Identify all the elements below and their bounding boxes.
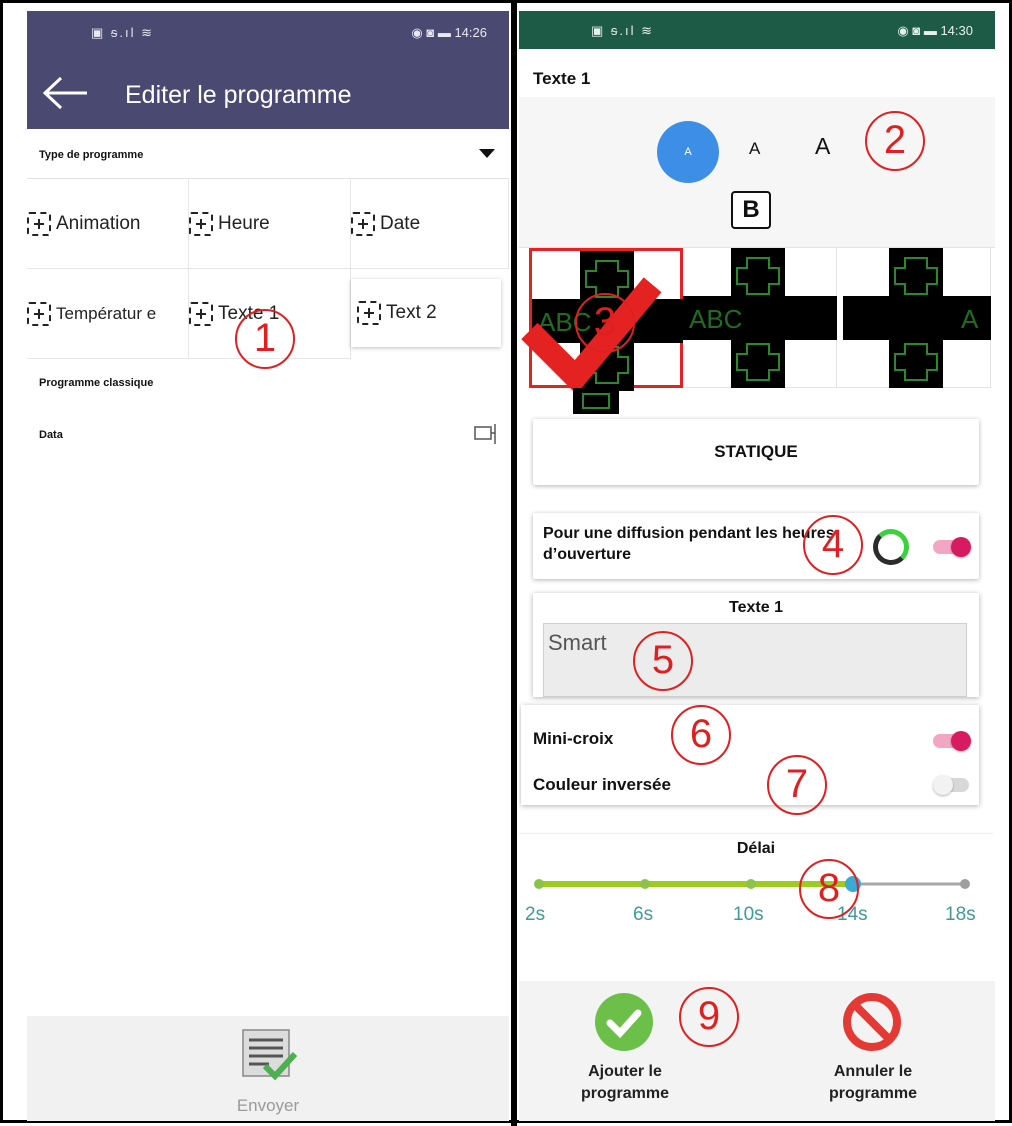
thumb-text: ABC: [689, 304, 742, 334]
send-label[interactable]: Envoyer: [27, 1096, 509, 1116]
font-size-large[interactable]: A: [815, 133, 830, 160]
font-size-small[interactable]: A: [657, 121, 719, 183]
type-text-2[interactable]: Text 2: [351, 279, 501, 347]
annotation-4: 4: [803, 515, 863, 575]
status-bar: ▣ ᵴ.ıl ≋ ◉ ◙ ▬ 14:26: [27, 11, 509, 57]
delay-tick: 2s: [525, 904, 546, 925]
delay-ticks: 2s 6s 10s 14s 18s: [519, 904, 993, 928]
screenshot-frame: ▣ ᵴ.ıl ≋ ◉ ◙ ▬ 14:26 Editer le programme…: [0, 0, 1012, 1126]
status-bar: ▣ ᵴ.ıl ≋ ◉ ◙ ▬ 14:30: [519, 11, 995, 49]
annotation-1: 1: [235, 309, 295, 369]
type-label: Text 2: [386, 302, 437, 323]
actions-bar: Ajouter le programme Annuler le programm…: [519, 981, 995, 1121]
center-divider: [511, 3, 517, 1126]
right-screen: ▣ ᵴ.ıl ≋ ◉ ◙ ▬ 14:30 Texte 1 A A A B ABC: [519, 11, 995, 1121]
options-card: Mini-croix Couleur inversée: [521, 705, 979, 805]
program-type-select[interactable]: Type de programme: [27, 129, 509, 179]
app-bar: Editer le programme: [27, 57, 509, 129]
invert-color-toggle[interactable]: [933, 775, 971, 795]
cancel-program-button[interactable]: Annuler le programme: [803, 1061, 943, 1105]
type-label: Températur e: [56, 303, 157, 323]
static-mode-button[interactable]: STATIQUE: [533, 419, 979, 485]
add-icon: [189, 301, 213, 326]
program-type-label: Type de programme: [39, 149, 144, 161]
delay-card: Délai 2s 6s 10s 14s 18s: [519, 833, 993, 965]
signal-icons: ▣ ᵴ.ıl ≋: [91, 25, 155, 40]
type-date[interactable]: Date: [351, 179, 509, 269]
page-title: Editer le programme: [125, 81, 352, 109]
left-screen: ▣ ᵴ.ıl ≋ ◉ ◙ ▬ 14:26 Editer le programme…: [27, 11, 509, 1121]
layout-thumb-2[interactable]: ABC: [683, 248, 837, 388]
type-animation[interactable]: Animation: [27, 179, 189, 269]
page-title: Texte 1: [533, 69, 591, 88]
text-input[interactable]: Smart: [543, 623, 967, 697]
cross-preview-icon: ABC: [683, 248, 837, 388]
annotation-2: 2: [865, 111, 925, 171]
annotation-6: 6: [671, 705, 731, 765]
data-label: Data: [39, 429, 63, 441]
bold-button[interactable]: B: [731, 191, 771, 229]
add-icon: [351, 211, 375, 236]
send-icon[interactable]: [239, 1026, 299, 1086]
add-icon: [357, 301, 381, 325]
delay-slider[interactable]: [519, 874, 993, 894]
device-icon[interactable]: [473, 423, 499, 445]
delay-tick: 6s: [633, 904, 654, 925]
annotation-5: 5: [633, 631, 693, 691]
invert-color-label: Couleur inversée: [533, 775, 671, 794]
type-heure[interactable]: Heure: [189, 179, 351, 269]
text-card: Texte 1 Smart: [533, 593, 979, 697]
add-program-label-1: Ajouter le: [588, 1063, 662, 1080]
delay-tick: 18s: [945, 904, 976, 925]
layout-thumb-3[interactable]: A: [837, 248, 991, 388]
status-right: ◉ ◙ ▬ 14:30: [897, 23, 973, 38]
opening-hours-card: Pour une diffusion pendant les heures d’…: [533, 513, 979, 579]
status-time: 14:30: [940, 23, 973, 38]
mini-cross-label: Mini-croix: [533, 729, 614, 748]
type-label: Animation: [56, 212, 141, 234]
cross-preview-icon: A: [843, 248, 991, 388]
cancel-icon[interactable]: [841, 991, 903, 1053]
status-right: ◉ ◙ ▬ 14:26: [411, 25, 487, 40]
thumb-text: A: [961, 304, 979, 334]
status-time: 14:26: [454, 25, 487, 40]
classic-program-label: Programme classique: [39, 377, 154, 389]
signal-icons: ▣ ᵴ.ıl ≋: [591, 23, 655, 38]
mini-cross-toggle[interactable]: [933, 731, 971, 751]
back-arrow-icon[interactable]: [41, 75, 91, 111]
add-icon: [189, 211, 213, 236]
font-size-medium[interactable]: A: [749, 139, 760, 159]
delay-label: Délai: [736, 840, 776, 857]
check-circle-icon[interactable]: [593, 991, 655, 1053]
loading-ring-icon: [873, 529, 909, 565]
add-program-label-2: programme: [580, 1085, 670, 1102]
delay-tick: 10s: [733, 904, 764, 925]
layout-thumb-4-partial[interactable]: [573, 388, 619, 414]
cancel-program-label-1: Annuler le: [833, 1063, 913, 1080]
annotation-7: 7: [767, 755, 827, 815]
text-card-title: Texte 1: [729, 599, 783, 616]
send-bar: Envoyer: [27, 1016, 509, 1121]
type-temperature[interactable]: Températur e: [27, 269, 189, 359]
add-program-button[interactable]: Ajouter le programme: [555, 1061, 695, 1105]
annotation-3: 3: [575, 293, 635, 353]
add-icon: [27, 301, 51, 326]
opening-hours-toggle[interactable]: [933, 537, 971, 557]
annotation-9: 9: [679, 987, 739, 1047]
cancel-program-label-2: programme: [828, 1085, 918, 1102]
add-icon: [27, 211, 51, 236]
type-label: Heure: [218, 212, 270, 234]
annotation-8: 8: [799, 859, 859, 919]
opening-hours-label: Pour une diffusion pendant les heures d’…: [543, 525, 835, 563]
dropdown-caret-icon[interactable]: [479, 149, 495, 158]
data-row[interactable]: Data: [27, 415, 509, 455]
type-label: Date: [380, 212, 421, 234]
